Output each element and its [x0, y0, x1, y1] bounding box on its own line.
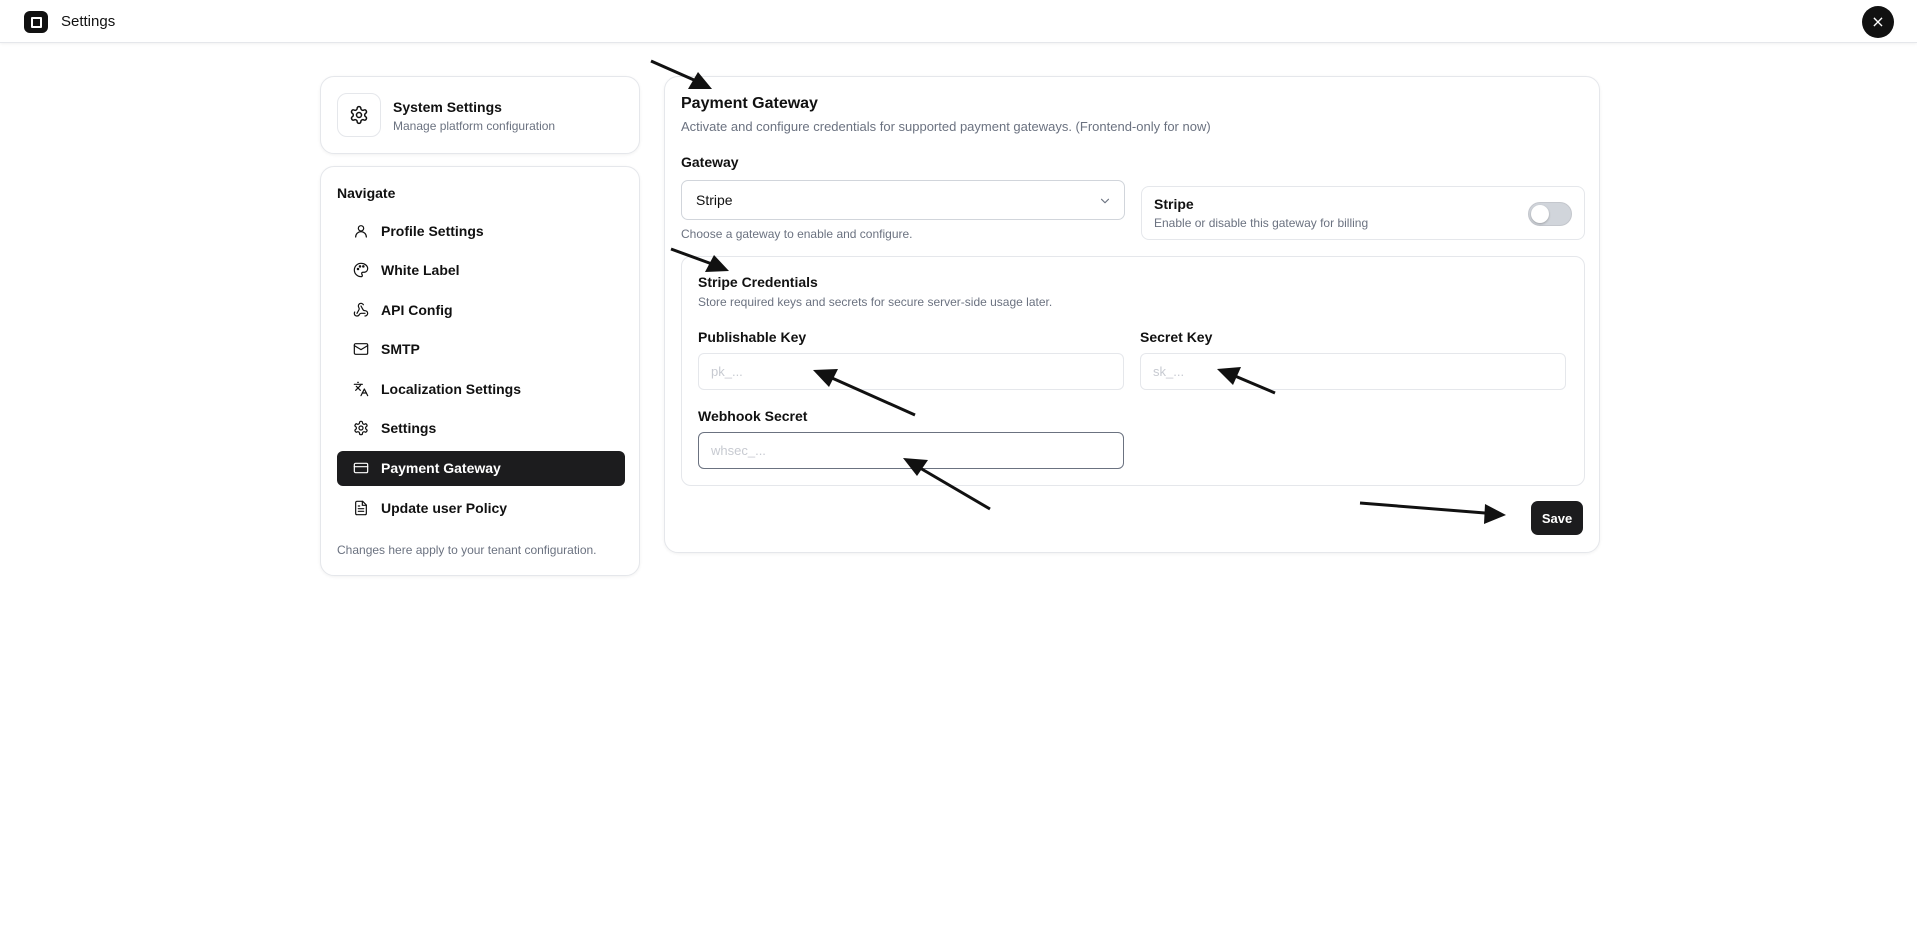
- top-bar: Settings ×: [0, 0, 1917, 43]
- gateway-enable-toggle[interactable]: [1528, 202, 1572, 226]
- credit-card-icon: [353, 460, 369, 476]
- palette-icon: [353, 262, 369, 278]
- gateway-select-value: Stripe: [696, 192, 733, 208]
- nav-item-white-label[interactable]: White Label: [337, 253, 625, 288]
- nav-item-label: Profile Settings: [381, 222, 484, 239]
- nav-item-label: API Config: [381, 301, 453, 318]
- credentials-title: Stripe Credentials: [698, 274, 818, 290]
- navigation-card: Navigate Profile Settings White Label AP…: [320, 166, 640, 576]
- webhook-icon: [353, 302, 369, 318]
- nav-item-update-user-policy[interactable]: Update user Policy: [337, 490, 625, 525]
- app-title: Settings: [61, 13, 116, 30]
- webhook-secret-input[interactable]: [698, 432, 1124, 469]
- webhook-secret-label: Webhook Secret: [698, 408, 808, 424]
- secret-key-input[interactable]: [1140, 353, 1566, 390]
- nav-item-payment-gateway[interactable]: Payment Gateway: [337, 450, 625, 486]
- nav-item-label: Update user Policy: [381, 499, 508, 516]
- gateway-toggle-card: Stripe Enable or disable this gateway fo…: [1141, 186, 1585, 240]
- page-subtitle: Activate and configure credentials for s…: [681, 119, 1211, 134]
- secret-key-label: Secret Key: [1140, 329, 1213, 345]
- header-subtitle: Manage platform configuration: [393, 119, 556, 133]
- header-title: System Settings: [393, 99, 502, 115]
- nav-heading: Navigate: [337, 185, 396, 201]
- user-icon: [353, 223, 369, 239]
- app-logo-icon: [24, 11, 48, 33]
- toggle-title: Stripe: [1154, 196, 1194, 212]
- gear-icon: [337, 93, 381, 137]
- languages-icon: [353, 381, 369, 397]
- gear-icon: [353, 420, 369, 436]
- page-title: Payment Gateway: [681, 95, 818, 112]
- nav-item-localization-settings[interactable]: Localization Settings: [337, 371, 625, 406]
- nav-list: Profile Settings White Label API Config …: [337, 213, 625, 530]
- gateway-label: Gateway: [681, 154, 739, 170]
- toggle-subtitle: Enable or disable this gateway for billi…: [1154, 216, 1369, 230]
- gateway-select[interactable]: Stripe: [681, 180, 1125, 220]
- nav-item-label: Settings: [381, 420, 437, 437]
- mail-icon: [353, 341, 369, 357]
- close-button[interactable]: ×: [1862, 6, 1894, 38]
- document-icon: [353, 500, 369, 516]
- payment-gateway-card: Payment Gateway Activate and configure c…: [664, 76, 1600, 553]
- nav-footer-note: Changes here apply to your tenant config…: [337, 543, 597, 557]
- nav-item-api-config[interactable]: API Config: [337, 292, 625, 327]
- nav-item-profile-settings[interactable]: Profile Settings: [337, 213, 625, 248]
- publishable-key-input[interactable]: [698, 353, 1124, 390]
- nav-item-smtp[interactable]: SMTP: [337, 332, 625, 367]
- nav-item-label: SMTP: [381, 341, 420, 358]
- nav-item-label: Localization Settings: [381, 380, 522, 397]
- chevron-down-icon: [1098, 194, 1112, 213]
- save-button[interactable]: Save: [1531, 501, 1583, 535]
- credentials-subtitle: Store required keys and secrets for secu…: [698, 295, 1053, 309]
- nav-item-label: White Label: [381, 262, 460, 279]
- toggle-knob: [1531, 205, 1549, 223]
- credentials-card: Stripe Credentials Store required keys a…: [681, 256, 1585, 486]
- system-settings-header-card: System Settings Manage platform configur…: [320, 76, 640, 154]
- gateway-helper-text: Choose a gateway to enable and configure…: [681, 227, 913, 241]
- nav-item-label: Payment Gateway: [381, 460, 501, 477]
- nav-item-settings[interactable]: Settings: [337, 411, 625, 446]
- publishable-key-label: Publishable Key: [698, 329, 807, 345]
